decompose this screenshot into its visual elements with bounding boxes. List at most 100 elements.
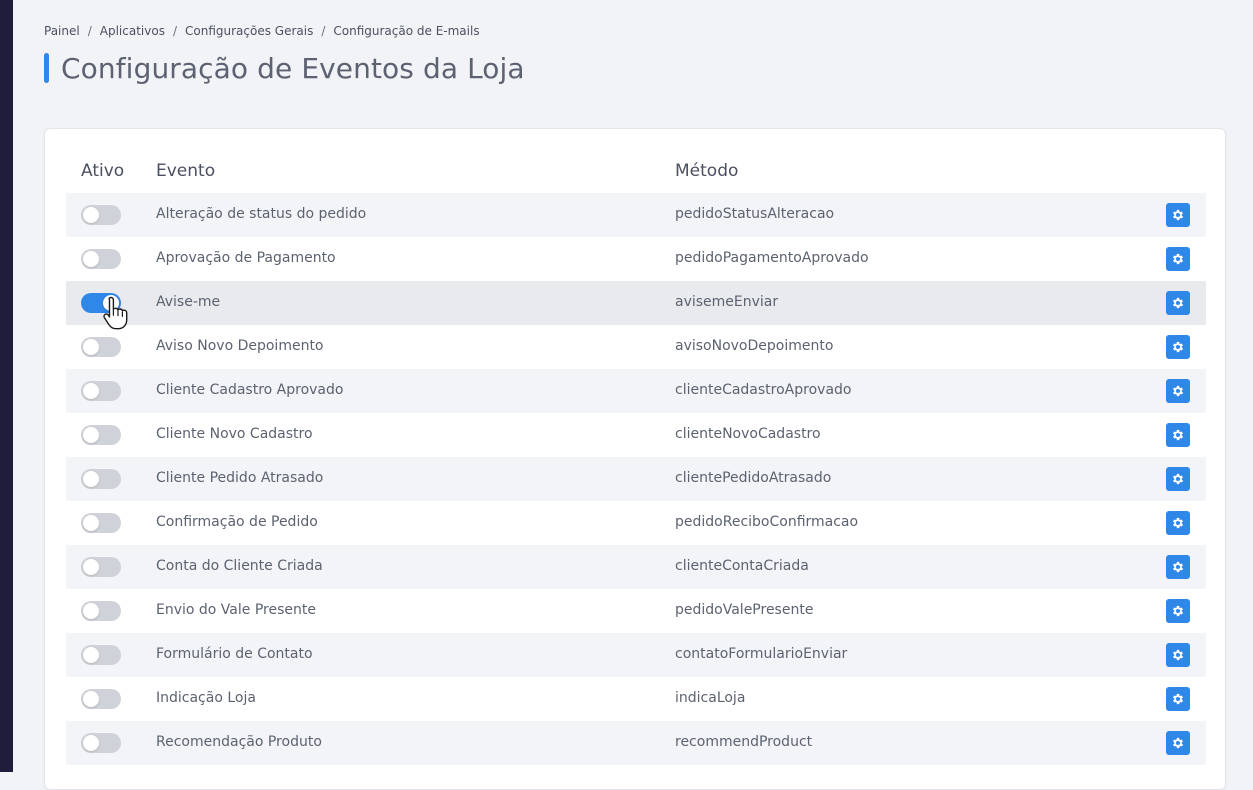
ativo-toggle[interactable]	[81, 337, 121, 357]
header-evento: Evento	[156, 161, 216, 181]
gear-icon	[1171, 208, 1185, 222]
ativo-toggle[interactable]	[81, 601, 121, 621]
evento-cell: Recomendação Produto	[156, 734, 322, 750]
header-ativo: Ativo	[81, 161, 125, 181]
evento-cell: Conta do Cliente Criada	[156, 558, 323, 574]
metodo-cell: clientePedidoAtrasado	[675, 470, 832, 486]
evento-cell: Aprovação de Pagamento	[156, 250, 336, 266]
breadcrumb: Painel / Aplicativos / Configurações Ger…	[44, 24, 480, 38]
gear-icon	[1171, 428, 1185, 442]
metodo-cell: recommendProduct	[675, 734, 813, 750]
settings-button[interactable]	[1166, 423, 1190, 447]
metodo-cell: clienteCadastroAprovado	[675, 382, 852, 398]
page-header: Configuração de Eventos da Loja	[44, 51, 525, 85]
title-accent-bar	[44, 53, 49, 83]
gear-icon	[1171, 648, 1185, 662]
toggle-knob	[83, 471, 99, 487]
gear-icon	[1171, 692, 1185, 706]
table-row: Avise-me avisemeEnviar	[66, 281, 1206, 325]
evento-cell: Indicação Loja	[156, 690, 256, 706]
evento-cell: Aviso Novo Depoimento	[156, 338, 324, 354]
ativo-toggle[interactable]	[81, 249, 121, 269]
table-row: Conta do Cliente Criada clienteContaCriad…	[66, 545, 1206, 589]
ativo-toggle[interactable]	[81, 205, 121, 225]
ativo-toggle[interactable]	[81, 645, 121, 665]
ativo-toggle[interactable]	[81, 689, 121, 709]
metodo-cell: pedidoReciboConfirmacao	[675, 514, 859, 530]
settings-button[interactable]	[1166, 511, 1190, 535]
metodo-cell: contatoFormularioEnviar	[675, 646, 848, 662]
evento-cell: Cliente Novo Cadastro	[156, 426, 313, 442]
table-row: Cliente Pedido Atrasado clientePedidoAtra…	[66, 457, 1206, 501]
table-row: Confirmação de Pedido pedidoReciboConfirm…	[66, 501, 1206, 545]
ativo-toggle[interactable]	[81, 425, 121, 445]
ativo-toggle[interactable]	[81, 469, 121, 489]
breadcrumb-configuracoes-gerais[interactable]: Configurações Gerais	[185, 24, 313, 38]
ativo-toggle[interactable]	[81, 733, 121, 753]
breadcrumb-separator: /	[87, 24, 92, 38]
table-row: Alteração de status do pedido pedidoStatu…	[66, 193, 1206, 237]
events-card: Ativo Evento Método Alteração de status …	[44, 128, 1226, 790]
ativo-toggle[interactable]	[81, 293, 121, 313]
table-row: Cliente Cadastro Aprovado clienteCadastro…	[66, 369, 1206, 413]
breadcrumb-separator: /	[321, 24, 326, 38]
toggle-knob	[83, 735, 99, 751]
table-row: Aprovação de Pagamento pedidoPagamentoApr…	[66, 237, 1206, 281]
metodo-cell: indicaLoja	[675, 690, 746, 706]
table-row: Recomendação Produto recommendProduct	[66, 721, 1206, 765]
settings-button[interactable]	[1166, 203, 1190, 227]
metodo-cell: clienteContaCriada	[675, 558, 809, 574]
table-row: Envio do Vale Presente pedidoValePresente	[66, 589, 1206, 633]
breadcrumb-separator: /	[172, 24, 177, 38]
ativo-toggle[interactable]	[81, 381, 121, 401]
table-body: Alteração de status do pedido pedidoStatu…	[66, 193, 1206, 765]
ativo-toggle[interactable]	[81, 557, 121, 577]
settings-button[interactable]	[1166, 247, 1190, 271]
settings-button[interactable]	[1166, 467, 1190, 491]
table-row: Aviso Novo Depoimento avisoNovoDepoimento	[66, 325, 1206, 369]
table-row: Formulário de Contato contatoFormularioEn…	[66, 633, 1206, 677]
settings-button[interactable]	[1166, 687, 1190, 711]
ativo-toggle[interactable]	[81, 513, 121, 533]
gear-icon	[1171, 736, 1185, 750]
metodo-cell: avisoNovoDepoimento	[675, 338, 834, 354]
gear-icon	[1171, 472, 1185, 486]
settings-button[interactable]	[1166, 731, 1190, 755]
gear-icon	[1171, 340, 1185, 354]
toggle-knob	[83, 515, 99, 531]
breadcrumb-painel[interactable]: Painel	[44, 24, 80, 38]
toggle-knob	[83, 427, 99, 443]
page-title: Configuração de Eventos da Loja	[61, 51, 525, 85]
toggle-knob	[103, 295, 119, 311]
settings-button[interactable]	[1166, 291, 1190, 315]
header-metodo: Método	[675, 161, 739, 181]
evento-cell: Envio do Vale Presente	[156, 602, 316, 618]
settings-button[interactable]	[1166, 335, 1190, 359]
evento-cell: Alteração de status do pedido	[156, 206, 367, 222]
breadcrumb-current: Configuração de E-mails	[333, 24, 480, 38]
table-row: Cliente Novo Cadastro clienteNovoCadastro	[66, 413, 1206, 457]
sidebar-edge	[0, 0, 13, 772]
breadcrumb-aplicativos[interactable]: Aplicativos	[100, 24, 165, 38]
metodo-cell: pedidoStatusAlteracao	[675, 206, 835, 222]
gear-icon	[1171, 252, 1185, 266]
settings-button[interactable]	[1166, 555, 1190, 579]
settings-button[interactable]	[1166, 379, 1190, 403]
metodo-cell: pedidoPagamentoAprovado	[675, 250, 869, 266]
toggle-knob	[83, 603, 99, 619]
settings-button[interactable]	[1166, 599, 1190, 623]
metodo-cell: avisemeEnviar	[675, 294, 779, 310]
gear-icon	[1171, 516, 1185, 530]
table-row: Indicação Loja indicaLoja	[66, 677, 1206, 721]
metodo-cell: pedidoValePresente	[675, 602, 814, 618]
toggle-knob	[83, 559, 99, 575]
evento-cell: Cliente Cadastro Aprovado	[156, 382, 344, 398]
toggle-knob	[83, 339, 99, 355]
table-header: Ativo Evento Método	[45, 159, 1225, 187]
toggle-knob	[83, 647, 99, 663]
evento-cell: Formulário de Contato	[156, 646, 313, 662]
gear-icon	[1171, 604, 1185, 618]
settings-button[interactable]	[1166, 643, 1190, 667]
evento-cell: Confirmação de Pedido	[156, 514, 318, 530]
gear-icon	[1171, 296, 1185, 310]
